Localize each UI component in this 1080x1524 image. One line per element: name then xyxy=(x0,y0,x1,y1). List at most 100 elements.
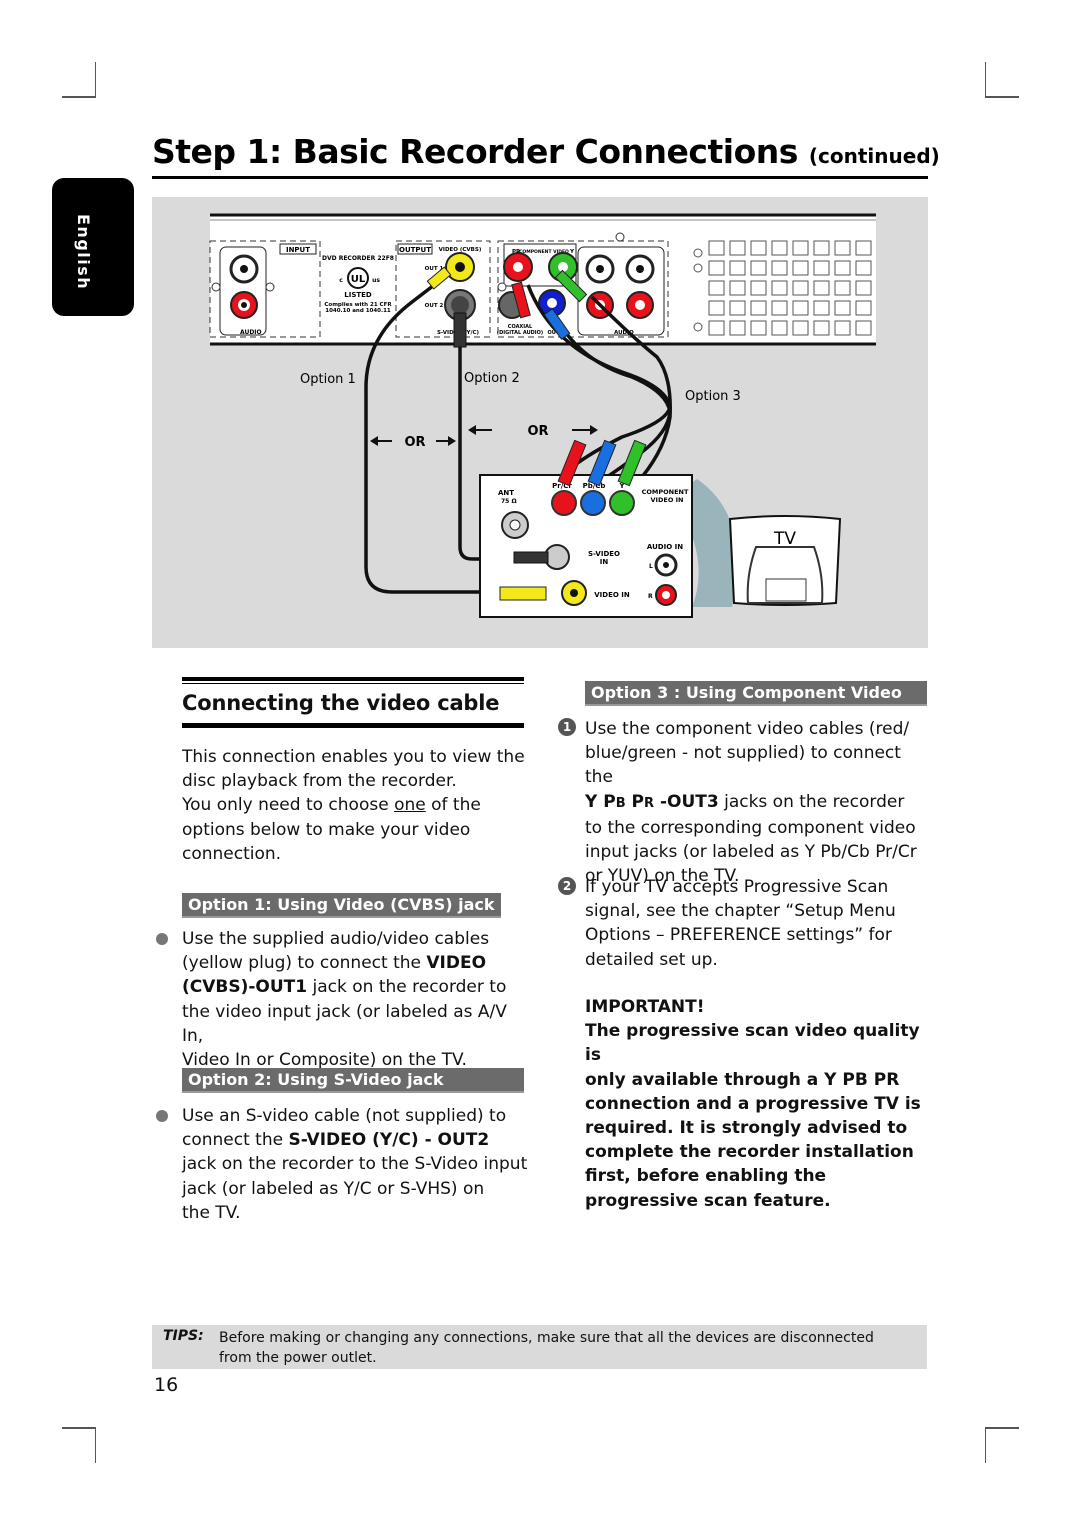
tv-label: TV xyxy=(773,529,796,549)
crop-mark-top-right-h xyxy=(985,96,1019,98)
step2-line: detailed set up. xyxy=(585,949,718,970)
option2-text: connect the xyxy=(182,1130,289,1151)
screw-hole xyxy=(693,322,703,332)
tv-audio-r-label: R xyxy=(648,593,653,600)
or-label-1: OR xyxy=(404,435,425,450)
screw-hole xyxy=(497,282,507,292)
option1-line: (yellow plug) to connect the VIDEO xyxy=(182,951,532,975)
option1-bold: VIDEO xyxy=(426,953,487,974)
screw-hole xyxy=(615,232,625,242)
crop-mark-top-left-v xyxy=(95,62,96,97)
choose-line: connection. xyxy=(182,843,282,864)
or-arrow-left: OR xyxy=(370,435,456,450)
tv-video-in-label: VIDEO IN xyxy=(594,591,630,599)
option1-label: Option 1 xyxy=(300,372,356,387)
step-number-icon: 1 xyxy=(558,718,576,736)
important-line: The progressive scan video quality is xyxy=(585,1021,920,1066)
step1-line: input jacks (or labeled as Y Pb/Cb Pr/Cr xyxy=(585,842,917,863)
vent-slot xyxy=(792,260,809,276)
recorder-back-panel: INPUT AUDIO DVD RECORDER 22F8 UL c us LI… xyxy=(209,213,876,346)
choose-line: options below to make your video xyxy=(182,819,471,840)
out2-label: OUT 2 xyxy=(425,303,444,309)
section-heading: Connecting the video cable xyxy=(182,677,524,728)
tv-svideo-label-1: S-VIDEO xyxy=(588,550,620,558)
tv-audio-in-label: AUDIO IN xyxy=(647,543,683,551)
audio-out2-r-ring xyxy=(635,300,645,310)
plug-svideo-tv xyxy=(513,551,549,564)
vent-slot xyxy=(792,240,809,256)
vent-slot xyxy=(750,300,767,316)
vent-slot xyxy=(750,320,767,336)
vent-slot xyxy=(729,240,746,256)
important-body: The progressive scan video quality is on… xyxy=(585,1019,935,1213)
vent-slot xyxy=(750,280,767,296)
screw-hole xyxy=(211,282,221,292)
ul-logo-text: UL xyxy=(351,274,366,285)
vent-slot xyxy=(771,280,788,296)
step1-bold: -OUT3 xyxy=(654,791,719,812)
tv-component-label-2: VIDEO IN xyxy=(651,496,684,504)
vent-slot xyxy=(813,300,830,316)
tv-ohm-label: 75 Ω xyxy=(501,498,517,505)
step-number-icon: 2 xyxy=(558,877,576,895)
step2-line: Options – PREFERENCE settings” for xyxy=(585,925,892,946)
tips-line: Before making or changing any connection… xyxy=(219,1330,874,1346)
audio-in-l-jack-hole xyxy=(240,265,248,273)
important-line: required. It is strongly advised to xyxy=(585,1118,908,1139)
page-title-main: Step 1: Basic Recorder Connections xyxy=(152,132,798,171)
title-rule xyxy=(152,176,928,179)
tv-audio-l-label: L xyxy=(649,563,653,570)
vent-slot xyxy=(834,240,851,256)
option2-line: connect the S-VIDEO (Y/C) - OUT2 xyxy=(182,1128,532,1152)
step1-line: blue/green - not supplied) to connect th… xyxy=(585,743,901,788)
crop-mark-bottom-right-v xyxy=(985,1428,986,1463)
arrowhead-right-icon xyxy=(448,436,456,446)
plug-yellow-tv xyxy=(499,586,547,601)
tv-svideo-label-2: IN xyxy=(600,558,609,566)
step1-line: Use the component video cables (red/ xyxy=(585,719,910,739)
option2-line: jack (or labeled as Y/C or S-VHS) on xyxy=(182,1178,485,1199)
vent-slot xyxy=(792,300,809,316)
screw-hole xyxy=(693,248,703,258)
option2-line: jack on the recorder to the S-Video inpu… xyxy=(182,1154,528,1175)
tv-ant-jack-inner xyxy=(509,519,521,531)
intro-line: disc playback from the recorder. xyxy=(182,771,457,792)
input-label: INPUT xyxy=(286,246,310,254)
vent-slot xyxy=(708,260,725,276)
vent-slot xyxy=(771,260,788,276)
option3-step1: Use the component video cables (red/ blu… xyxy=(585,717,930,888)
language-tab-label: English xyxy=(74,214,93,291)
option1-text: jack on the recorder to xyxy=(307,977,507,998)
plug-svideo-recorder xyxy=(453,312,467,348)
vent-slot xyxy=(708,320,725,336)
connection-diagram: INPUT AUDIO DVD RECORDER 22F8 UL c us LI… xyxy=(152,197,928,648)
intro-paragraph: This connection enables you to view the … xyxy=(182,745,527,866)
important-line: progressive scan feature. xyxy=(585,1190,831,1211)
vent-slot xyxy=(855,260,872,276)
listed-text: LISTED xyxy=(344,291,372,299)
vent-slot xyxy=(771,240,788,256)
tips-box: TIPS: Before making or changing any conn… xyxy=(152,1325,927,1369)
step2-line: signal, see the chapter “Setup Menu xyxy=(585,901,896,922)
vent-slot xyxy=(813,320,830,336)
step1-bold-sub: B xyxy=(615,795,626,811)
tv-component-label-1: COMPONENT xyxy=(642,488,689,496)
tv-svideo-jack xyxy=(544,544,570,570)
important-line: complete the recorder installation xyxy=(585,1142,914,1163)
crop-mark-bottom-left-v xyxy=(95,1428,96,1463)
step1-bold: P xyxy=(625,791,645,812)
heading-rule-bottom-thick xyxy=(182,724,524,728)
option1-line: (CVBS)-OUT1 jack on the recorder to xyxy=(182,975,532,999)
crop-mark-bottom-left-h xyxy=(62,1427,96,1429)
vent-slot xyxy=(855,280,872,296)
digital-audio-label: (DIGITAL AUDIO) xyxy=(497,330,543,336)
tv-audio-r-ring xyxy=(662,591,670,599)
vent-slot xyxy=(771,320,788,336)
arrowhead-left-icon xyxy=(370,436,378,446)
option1-line: Use the supplied audio/video cables xyxy=(182,929,490,949)
bullet-icon xyxy=(156,1110,168,1122)
step1-bold: Y P xyxy=(585,791,616,812)
step1-bold-sub: R xyxy=(644,795,655,811)
vent-slot xyxy=(855,300,872,316)
choose-text-post: of the xyxy=(425,795,481,816)
